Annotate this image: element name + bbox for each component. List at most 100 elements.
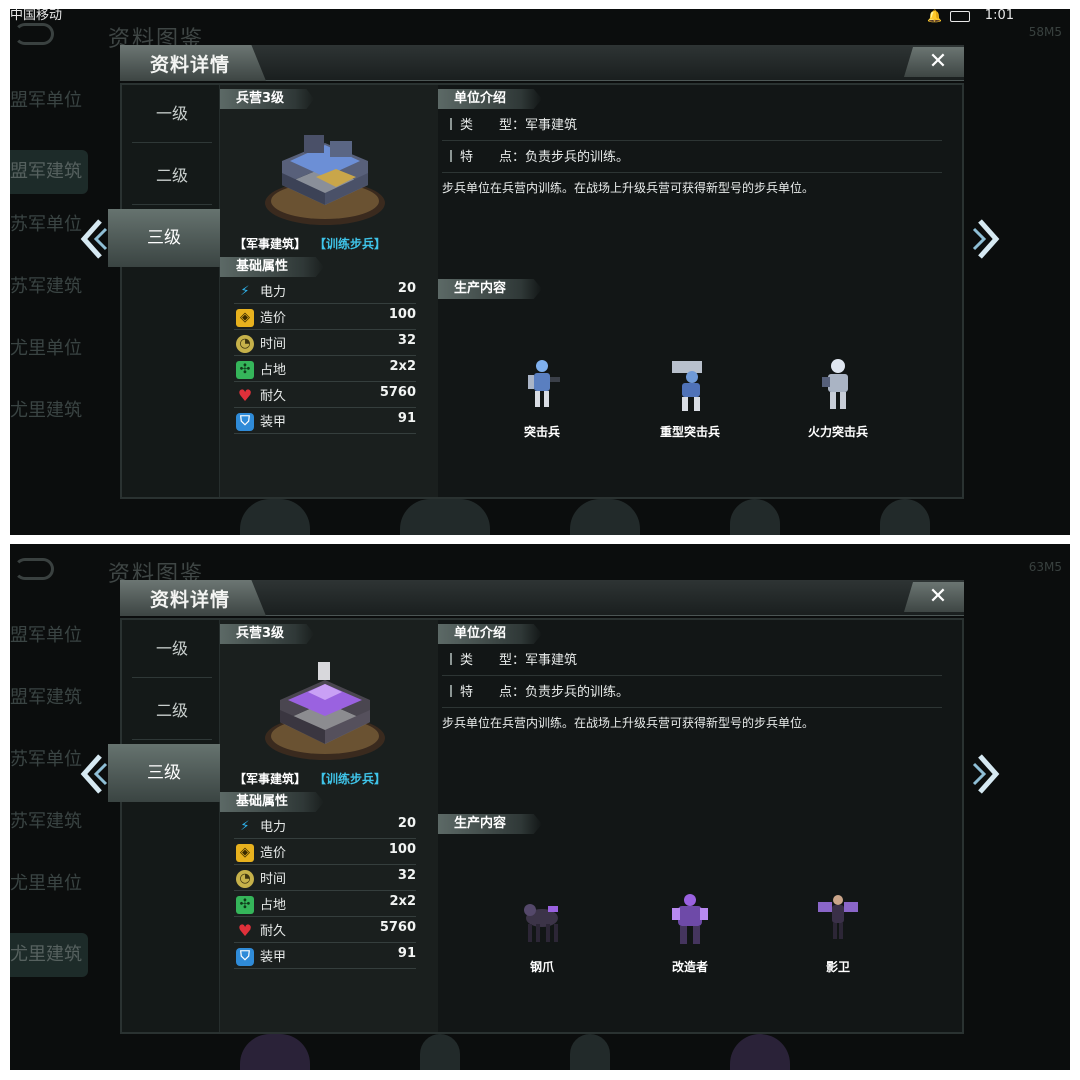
building-name: 兵营3级 [220,624,314,644]
unit-card[interactable]: 重型突击兵 [630,357,750,447]
prev-arrow-icon[interactable] [76,217,112,261]
attrs-title: 基础属性 [220,792,324,812]
tab-level-1[interactable]: 一级 [132,620,212,678]
attr-value: 5760 [379,385,416,400]
feature-text: 特 点：负责步兵的训练。 [460,685,630,700]
attr-label: 装甲 [260,950,287,965]
unit-card[interactable]: 突击兵 [482,357,602,447]
back-icon[interactable] [14,23,54,45]
info-panel: 单位介绍 类 型：军事建筑 特 点：负责步兵的训练。 步兵单位在兵营内训练。在战… [438,620,962,1032]
clock: 1:01 [984,9,1014,23]
modal-body: 一级 二级 三级 兵营3级 【军事建筑】 【训练步兵】 基础属性 ⚡ 电力 20… [108,618,964,1034]
next-arrow-icon[interactable] [968,752,1004,796]
unit-card[interactable]: 钢爪 [482,892,602,982]
level-tabs: 一级 二级 三级 [108,85,220,497]
nav-item[interactable]: 苏军建筑 [10,800,88,862]
tab-level-3[interactable]: 三级 [108,744,220,802]
attr-row-power: ⚡ 电力 20 [234,814,416,839]
nav-item[interactable]: 盟军建筑 [10,676,88,738]
attr-value: 100 [388,307,416,322]
attr-row-armor: ⛉ 装甲 91 [234,944,416,969]
nav-item-active[interactable]: 盟军建筑 [10,150,88,194]
unit-card[interactable]: 改造者 [630,892,750,982]
building-panel: 兵营3级 【军事建筑】 【训练步兵】 基础属性 ⚡ 电力 20 ◈ 造价 100… [220,85,438,497]
unit-card[interactable]: 火力突击兵 [778,357,898,447]
attr-label: 耐久 [260,389,287,404]
power-icon: ⚡ [240,819,250,834]
tab-level-2[interactable]: 二级 [132,682,212,740]
screenshot-allied-barracks: 中国移动 🔔 1:01 资料图鉴 58M5 盟军单位 盟军建筑 苏军单位 苏军建… [10,9,1070,535]
attr-label: 耐久 [260,924,287,939]
attr-label: 装甲 [260,415,287,430]
intro-title: 单位介绍 [438,624,542,644]
attr-label: 造价 [260,846,287,861]
description: 步兵单位在兵营内训练。在战场上升级兵营可获得新型号的步兵单位。 [442,716,815,730]
nav-item-active[interactable]: 尤里建筑 [10,933,88,977]
type-line: 类 型：军事建筑 [442,648,942,676]
attr-label: 占地 [260,363,287,378]
attr-value: 91 [397,411,416,426]
background-nav: 盟军单位 盟军建筑 苏军单位 苏军建筑 尤里单位 尤里建筑 [10,79,88,451]
time-icon: ◔ [236,335,254,353]
tag-category: 【军事建筑】 [234,237,307,251]
cost-icon: ◈ [236,844,254,862]
nav-item[interactable]: 尤里建筑 [10,389,88,451]
type-line: 类 型：军事建筑 [442,113,942,141]
attr-row-footprint: ✣ 占地 2x2 [234,892,416,917]
nav-item[interactable]: 盟军单位 [10,614,88,676]
building-name: 兵营3级 [220,89,314,109]
close-button[interactable]: ✕ [904,582,964,612]
unit-name: 突击兵 [523,425,560,439]
back-icon[interactable] [14,558,54,580]
unit-portrait [672,361,702,411]
attr-label: 电力 [260,820,287,835]
battery-icon [950,11,970,22]
barracks-image [265,135,385,225]
background-building [880,499,930,535]
building-tags: 【军事建筑】 【训练步兵】 [234,235,386,252]
info-panel: 单位介绍 类 型：军事建筑 特 点：负责步兵的训练。 步兵单位在兵营内训练。在战… [438,85,962,497]
attr-value: 2x2 [389,894,416,909]
tab-level-1[interactable]: 一级 [132,85,212,143]
attr-row-cost: ◈ 造价 100 [234,840,416,865]
attr-value: 2x2 [389,359,416,374]
attr-value: 32 [397,868,416,883]
bell-icon: 🔔 [927,9,942,23]
attr-row-time: ◔ 时间 32 [234,866,416,891]
tab-level-3[interactable]: 三级 [108,209,220,267]
next-arrow-icon[interactable] [968,217,1004,261]
unit-name: 改造者 [671,960,708,974]
type-text: 类 型：军事建筑 [460,118,578,133]
close-button[interactable]: ✕ [904,47,964,77]
durability-icon: ♥ [237,921,253,940]
tag-category: 【军事建筑】 [234,772,307,786]
tab-level-2[interactable]: 二级 [132,147,212,205]
unit-portrait [672,894,708,944]
attr-row-power: ⚡ 电力 20 [234,279,416,304]
attr-value: 91 [397,946,416,961]
modal-header: 资料详情 ✕ [120,580,964,616]
attr-row-footprint: ✣ 占地 2x2 [234,357,416,382]
unit-card[interactable]: 影卫 [778,892,898,982]
attrs-title: 基础属性 [220,257,324,277]
nav-item[interactable]: 尤里单位 [10,327,88,389]
unit-name: 钢爪 [529,960,554,974]
attr-label: 占地 [260,898,287,913]
power-icon: ⚡ [240,284,250,299]
attr-label: 造价 [260,311,287,326]
armor-icon: ⛉ [236,413,254,431]
attr-label: 电力 [260,285,287,300]
attr-value: 20 [397,281,416,296]
footprint-icon: ✣ [236,896,254,914]
description: 步兵单位在兵营内训练。在战场上升级兵营可获得新型号的步兵单位。 [442,181,815,195]
attr-value: 20 [397,816,416,831]
carrier-label: 中国移动 [10,9,63,23]
attr-label: 时间 [260,872,287,887]
memory-readout: 58M5 [1028,25,1062,39]
nav-item[interactable]: 苏军建筑 [10,265,88,327]
nav-item[interactable]: 尤里单位 [10,862,88,924]
prev-arrow-icon[interactable] [76,752,112,796]
nav-item[interactable]: 盟军单位 [10,79,88,141]
background-building [570,1034,610,1070]
attr-value: 32 [397,333,416,348]
